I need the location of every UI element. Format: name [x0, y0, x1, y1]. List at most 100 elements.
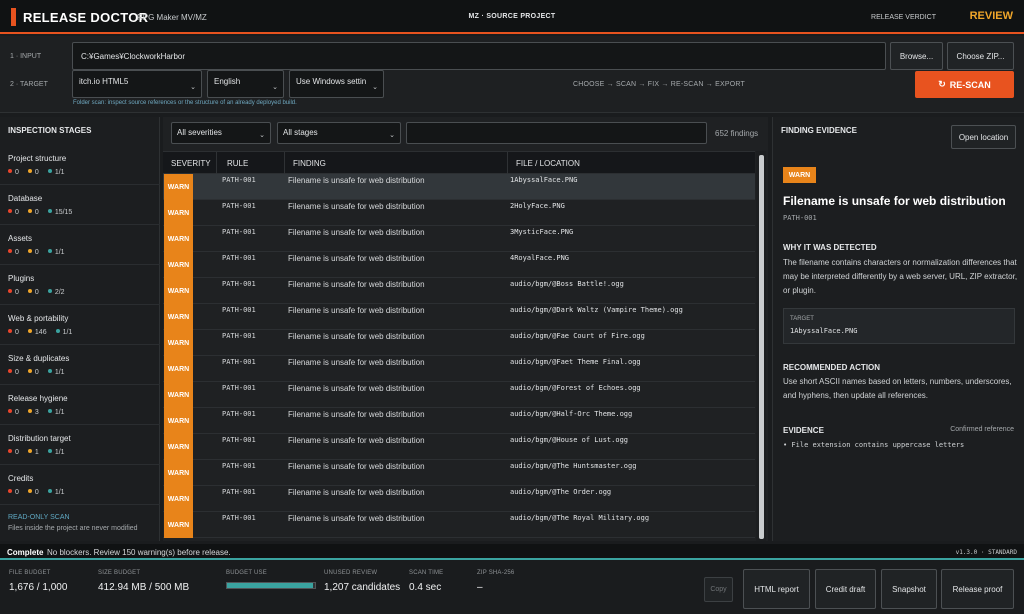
findings-rows: WARN PATH-001 Filename is unsafe for web d… — [163, 174, 755, 541]
finding-row[interactable]: WARN PATH-001 Filename is unsafe for web d… — [163, 408, 755, 434]
warning-count: 0 — [27, 489, 39, 496]
line-ending-select[interactable]: Use Windows settin ⌄ — [289, 70, 384, 98]
stage-name: Release hygiene — [8, 394, 68, 403]
size-budget-value: 412.94 MB / 500 MB — [98, 582, 190, 593]
severity-filter-value: All severities — [177, 128, 222, 137]
stage-counts: 0 0 1/1 — [8, 489, 65, 496]
finding-row[interactable]: WARN PATH-001 Filename is unsafe for web d… — [163, 460, 755, 486]
budget-use: BUDGET USE — [226, 570, 267, 576]
rule-id: PATH-001 — [222, 306, 256, 314]
blocker-count: 0 — [8, 329, 19, 336]
scrollbar-thumb[interactable] — [759, 155, 764, 539]
status-bar: Complete No blockers. Review 150 warning… — [0, 544, 1024, 560]
finding-row[interactable]: WARN PATH-001 Filename is unsafe for web d… — [163, 382, 755, 408]
platform-select[interactable]: itch.io HTML5 ⌄ — [72, 70, 202, 98]
finding-text: Filename is unsafe for web distribution — [288, 254, 425, 263]
finding-row[interactable]: WARN PATH-001 Filename is unsafe for web d… — [163, 304, 755, 330]
severity-badge: WARN — [164, 382, 193, 408]
html-report-button[interactable]: HTML report — [743, 569, 810, 609]
col-severity[interactable]: SEVERITY — [171, 159, 211, 168]
stage-counts: 0 0 1/1 — [8, 169, 65, 176]
scan-time-label: SCAN TIME — [409, 570, 444, 576]
stage-counts: 0 0 1/1 — [8, 249, 65, 256]
workflow-steps: CHOOSE → SCAN → FIX → RE-SCAN → EXPORT — [573, 81, 745, 88]
browse-button[interactable]: Browse... — [890, 42, 943, 70]
file-location: 3MysticFace.PNG — [510, 228, 574, 236]
finding-text: Filename is unsafe for web distribution — [288, 228, 425, 237]
stage-name: Distribution target — [8, 434, 71, 443]
rule-id: PATH-001 — [222, 176, 256, 184]
stage-item[interactable]: Project structure 0 0 1/1 — [0, 145, 160, 185]
severity-badge: WARN — [164, 356, 193, 382]
stage-name: Web & portability — [8, 314, 69, 323]
file-location: audio/bgm/@Boss Battle!.ogg — [510, 280, 624, 288]
severity-badge: WARN — [164, 434, 193, 460]
warning-count: 3 — [27, 409, 39, 416]
check-count: 1/1 — [47, 249, 65, 256]
check-count: 1/1 — [55, 329, 72, 336]
col-finding[interactable]: FINDING — [293, 159, 326, 168]
finding-row[interactable]: WARN PATH-001 Filename is unsafe for web d… — [163, 200, 755, 226]
copy-hash-button[interactable]: Copy — [704, 577, 733, 602]
credit-draft-button[interactable]: Credit draft — [815, 569, 876, 609]
project-path-input[interactable]: C:¥Games¥ClockworkHarbor — [72, 42, 886, 70]
stage-item[interactable]: Assets 0 0 1/1 — [0, 225, 160, 265]
evidence-title: FINDING EVIDENCE — [781, 126, 858, 135]
stage-item[interactable]: Size & duplicates 0 0 1/1 — [0, 345, 160, 385]
finding-row[interactable]: WARN PATH-001 Filename is unsafe for web d… — [163, 226, 755, 252]
severity-badge: WARN — [164, 252, 193, 278]
finding-text: Filename is unsafe for web distribution — [288, 514, 425, 523]
findings-search-input[interactable] — [406, 122, 707, 144]
stage-item[interactable]: Release hygiene 0 3 1/1 — [0, 385, 160, 425]
snapshot-button[interactable]: Snapshot — [881, 569, 937, 609]
stage-filter-value: All stages — [283, 128, 318, 137]
open-location-button[interactable]: Open location — [951, 125, 1016, 149]
rule-id: PATH-001 — [222, 410, 256, 418]
zip-hash-value: – — [477, 582, 483, 593]
finding-row[interactable]: WARN PATH-001 Filename is unsafe for web d… — [163, 356, 755, 382]
choose-zip-button[interactable]: Choose ZIP... — [947, 42, 1014, 70]
finding-row[interactable]: WARN PATH-001 Filename is unsafe for web d… — [163, 512, 755, 538]
severity-badge: WARN — [164, 486, 193, 512]
file-location: audio/bgm/@The Royal Military.ogg — [510, 514, 650, 522]
severity-badge: WARN — [164, 460, 193, 486]
rescan-button[interactable]: ↻ RE-SCAN — [915, 71, 1014, 98]
evidence-item: • File extension contains uppercase lett… — [783, 441, 965, 449]
verdict-label: RELEASE VERDICT — [871, 14, 936, 21]
finding-row[interactable]: WARN PATH-001 Filename is unsafe for web d… — [163, 252, 755, 278]
file-location: audio/bgm/@Faet Theme Final.ogg — [510, 358, 641, 366]
finding-row[interactable]: WARN PATH-001 Filename is unsafe for web d… — [163, 434, 755, 460]
finding-row[interactable]: WARN PATH-001 Filename is unsafe for web d… — [163, 330, 755, 356]
finding-text: Filename is unsafe for web distribution — [288, 280, 425, 289]
blocker-count: 0 — [8, 249, 19, 256]
stage-item[interactable]: Credits 0 0 1/1 — [0, 465, 160, 505]
finding-row[interactable]: WARN PATH-001 Filename is unsafe for web d… — [163, 174, 755, 200]
col-location[interactable]: FILE / LOCATION — [516, 159, 580, 168]
blocker-count: 0 — [8, 209, 19, 216]
readonly-subtitle: Files inside the project are never modif… — [8, 525, 138, 532]
stage-item[interactable]: Database 0 0 15/15 — [0, 185, 160, 225]
severity-filter[interactable]: All severities ⌄ — [171, 122, 271, 144]
finding-row[interactable]: WARN PATH-001 Filename is unsafe for web d… — [163, 486, 755, 512]
platform-value: itch.io HTML5 — [79, 77, 129, 86]
stage-filter[interactable]: All stages ⌄ — [277, 122, 401, 144]
finding-text: Filename is unsafe for web distribution — [288, 332, 425, 341]
stage-item[interactable]: Web & portability 0 146 1/1 — [0, 305, 160, 345]
warning-count: 1 — [27, 449, 39, 456]
chevron-down-icon: ⌄ — [259, 132, 265, 139]
rule-id: PATH-001 — [222, 254, 256, 262]
finding-text: Filename is unsafe for web distribution — [288, 384, 425, 393]
release-proof-button[interactable]: Release proof — [941, 569, 1014, 609]
stage-item[interactable]: Distribution target 0 1 1/1 — [0, 425, 160, 465]
finding-row[interactable]: WARN PATH-001 Filename is unsafe for web d… — [163, 278, 755, 304]
file-budget: FILE BUDGET 1,676 / 1,000 — [9, 570, 67, 593]
language-select[interactable]: English ⌄ — [207, 70, 284, 98]
stage-item[interactable]: Plugins 0 0 2/2 — [0, 265, 160, 305]
col-rule[interactable]: RULE — [227, 159, 248, 168]
scan-time-value: 0.4 sec — [409, 582, 442, 593]
severity-badge: WARN — [164, 200, 193, 226]
finding-text: Filename is unsafe for web distribution — [288, 202, 425, 211]
check-count: 1/1 — [47, 169, 65, 176]
scan-time: SCAN TIME 0.4 sec — [409, 570, 443, 593]
findings-panel: All severities ⌄ All stages ⌄ 652 findings… — [163, 117, 768, 541]
